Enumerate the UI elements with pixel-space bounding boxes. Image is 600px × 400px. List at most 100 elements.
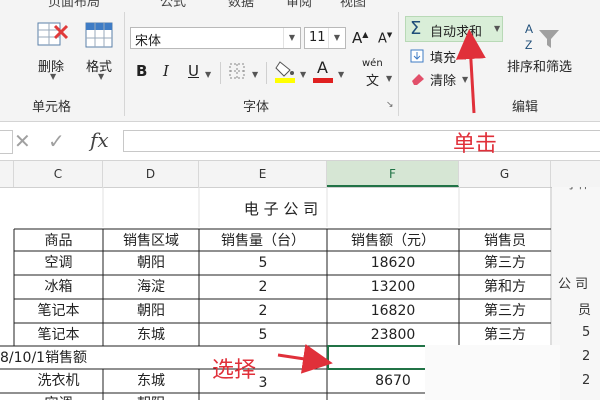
name-box[interactable] [0, 130, 13, 154]
phonetic-icon: 文 [366, 74, 380, 89]
column-headers: C D E F G [0, 161, 600, 188]
borders-icon[interactable] [228, 62, 246, 80]
sort-filter-icon: A Z [525, 22, 559, 52]
table-cell[interactable]: 5 [199, 323, 327, 347]
delete-cells-button[interactable]: 删除 ▼ [30, 18, 74, 81]
sheet-title[interactable]: 电 子 公 司 [103, 197, 459, 221]
table-cell[interactable]: 东城 [103, 323, 199, 347]
table-cell[interactable]: 5 [199, 251, 327, 275]
tab-view[interactable]: 视图 [340, 0, 366, 8]
fill-down-icon [410, 49, 424, 63]
chevron-down-icon: ▼ [50, 72, 57, 81]
ribbon: 页面布局 公式 数据 审阅 视图 删除 ▼ 格式 ▼ 单元格 宋体 ▼ 11 ▼… [0, 0, 600, 122]
italic-button[interactable]: I [163, 62, 169, 80]
dialog-launcher-icon[interactable]: ↘ [386, 100, 394, 110]
shrink-font-button[interactable]: A▼ [378, 31, 392, 46]
fill-label: 填充 [430, 51, 457, 66]
group-divider [398, 12, 399, 116]
header-cell-salesperson[interactable]: 销售员 [459, 229, 551, 253]
watermark-overlay [425, 345, 560, 400]
table-cell[interactable]: 第三方 [459, 299, 551, 323]
fill-color-icon[interactable] [274, 58, 296, 84]
bold-button[interactable]: B [136, 62, 147, 80]
table-cell[interactable]: 朝阳 [103, 299, 199, 323]
enter-icon[interactable]: ✓ [48, 129, 65, 153]
sort-filter-button[interactable]: A Z 排序和筛选 [505, 18, 600, 78]
formula-input[interactable] [123, 130, 600, 152]
group-divider [124, 12, 125, 116]
table-cell[interactable]: 16820 [327, 299, 459, 323]
table-cell[interactable]: 海淀 [103, 275, 199, 299]
phonetic-button[interactable]: wén 文 ▼ [360, 58, 392, 89]
cancel-icon[interactable]: ✕ [14, 129, 31, 153]
svg-text:A: A [525, 22, 533, 36]
table-cell[interactable]: 第三方 [459, 251, 551, 275]
clear-button[interactable]: 清除 ▼ [408, 69, 472, 89]
table-cell[interactable]: 空调 [14, 251, 103, 275]
grow-font-icon: A [352, 29, 363, 47]
eraser-icon [412, 74, 424, 85]
cells-group-label: 单元格 [32, 100, 72, 115]
autosum-button[interactable]: Σ 自动求和 [405, 16, 503, 42]
table-cell[interactable]: 朝阳 [103, 392, 199, 400]
partial-text: 员 [578, 303, 592, 318]
table-cell[interactable]: 第和方 [459, 275, 551, 299]
tab-data[interactable]: 数据 [228, 0, 254, 8]
header-cell-region[interactable]: 销售区域 [103, 229, 199, 253]
header-cell-quantity[interactable]: 销售量（台） [199, 229, 327, 253]
table-cell[interactable]: 笔记本 [14, 299, 103, 323]
font-color-swatch [313, 78, 333, 83]
table-cell[interactable]: 笔记本 [14, 323, 103, 347]
table-cell[interactable]: 东城 [103, 369, 199, 393]
font-name-select[interactable]: 宋体 ▼ [130, 27, 301, 49]
font-name-value: 宋体 [135, 34, 162, 49]
chevron-down-icon[interactable]: ▼ [328, 28, 345, 48]
tab-review[interactable]: 审阅 [286, 0, 312, 8]
delete-cells-icon [37, 22, 69, 46]
editing-group-label: 编辑 [512, 100, 539, 115]
font-size-select[interactable]: 11 ▼ [304, 27, 346, 49]
table-cell[interactable]: 2 [199, 299, 327, 323]
table-cell[interactable]: 朝阳 [103, 251, 199, 275]
tab-formulas[interactable]: 公式 [160, 0, 186, 8]
table-cell[interactable]: 洗衣机 [14, 369, 103, 393]
header-cell-product[interactable]: 商品 [14, 229, 103, 253]
partial-text: 字体 [566, 187, 590, 192]
formula-bar: ✕ ✓ fx [0, 122, 600, 161]
chevron-down-icon[interactable]: ▼ [252, 70, 258, 79]
partial-text: 公 司 [558, 277, 589, 292]
column-header-f[interactable]: F [327, 161, 459, 187]
column-header-d[interactable]: D [103, 161, 199, 187]
insert-function-button[interactable]: fx [90, 128, 109, 152]
partial-text: 2 [582, 373, 591, 388]
partial-text: 5 [582, 325, 591, 340]
divider [220, 62, 221, 84]
chevron-down-icon[interactable]: ▼ [338, 70, 344, 79]
table-cell[interactable]: 空调 [14, 392, 103, 400]
column-header-e[interactable]: E [199, 161, 327, 187]
table-cell[interactable]: 13200 [327, 275, 459, 299]
chevron-down-icon: ▼ [462, 75, 469, 84]
chevron-down-icon[interactable]: ▼ [300, 70, 306, 79]
table-cell[interactable]: 冰箱 [14, 275, 103, 299]
subtotal-label-cell[interactable]: 8/10/1销售额 [0, 346, 200, 370]
table-cell[interactable]: 2 [199, 275, 327, 299]
chevron-down-icon[interactable]: ▼ [205, 70, 211, 79]
table-cell[interactable]: 23800 [327, 323, 459, 347]
chevron-down-icon: ▼ [98, 72, 105, 81]
grow-font-button[interactable]: A▲ [352, 29, 368, 47]
header-cell-amount[interactable]: 销售额（元） [327, 229, 459, 253]
column-header-g[interactable]: G [459, 161, 551, 187]
chevron-down-icon: ▼ [462, 52, 469, 61]
fill-button[interactable]: 填充 ▼ [408, 46, 468, 66]
partial-text: 2 [582, 349, 591, 364]
format-cells-button[interactable]: 格式 ▼ [78, 18, 122, 81]
chevron-down-icon[interactable]: ▼ [283, 28, 300, 48]
column-header-c[interactable]: C [14, 161, 103, 187]
table-cell[interactable]: 18620 [327, 251, 459, 275]
chevron-down-icon[interactable]: ▼ [494, 24, 500, 33]
table-cell[interactable]: 第三方 [459, 323, 551, 347]
tab-page-layout[interactable]: 页面布局 [48, 0, 100, 8]
underline-button[interactable]: U [188, 62, 199, 80]
font-color-button[interactable]: A [312, 58, 334, 84]
